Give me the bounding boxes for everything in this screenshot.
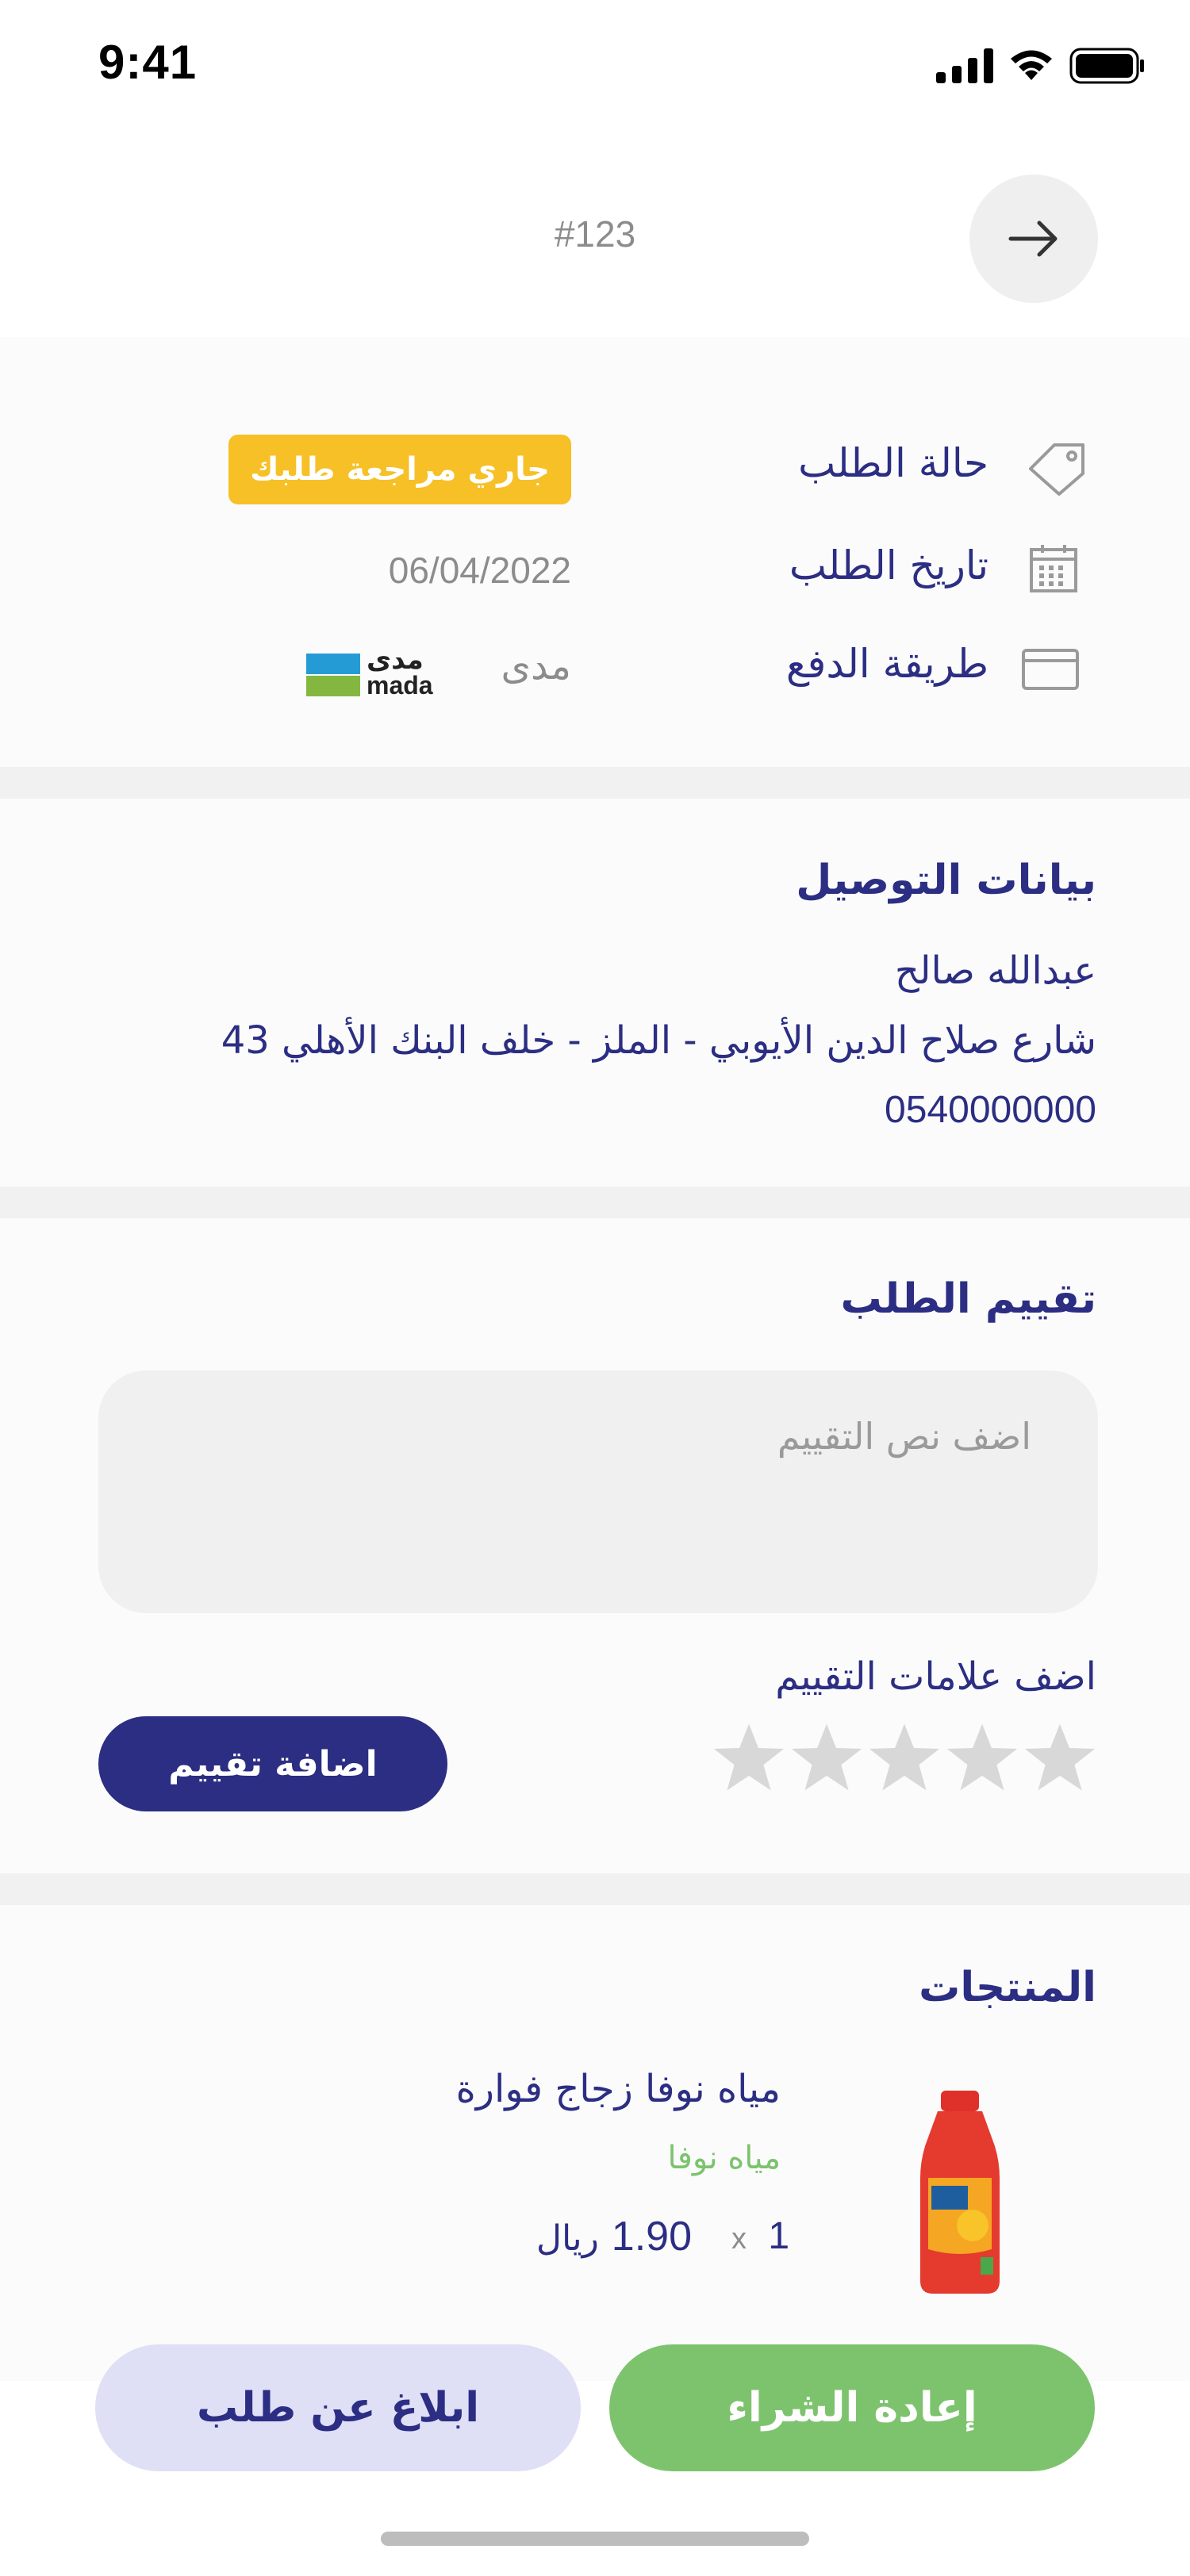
arrow-right-icon [1008, 220, 1058, 257]
review-text-input[interactable] [98, 1370, 1098, 1613]
quantity-prefix: x [731, 2222, 747, 2256]
star-icon[interactable] [712, 1721, 785, 1794]
product-image[interactable] [912, 2091, 1008, 2297]
star-icon[interactable] [946, 1721, 1019, 1794]
product-brand: مياه نوفا [667, 2140, 781, 2176]
review-title: تقييم الطلب [840, 1275, 1096, 1323]
wifi-icon [1011, 50, 1052, 80]
review-placeholder: اضف نص التقييم [777, 1415, 1031, 1458]
mada-logo-latin: mada [367, 671, 433, 700]
quantity-value: 1 [768, 2215, 790, 2257]
order-date-label: تاريخ الطلب [789, 542, 988, 588]
price-value: 1.90 [611, 2214, 692, 2260]
order-number: #123 [554, 213, 636, 255]
price-currency: ريال [536, 2218, 599, 2259]
star-icon[interactable] [1023, 1721, 1096, 1794]
credit-card-icon [1020, 647, 1081, 692]
product-name[interactable]: مياه نوفا زجاج فوارة [456, 2067, 781, 2111]
home-indicator [381, 2532, 809, 2546]
star-icon[interactable] [790, 1721, 863, 1794]
delivery-title: بيانات التوصيل [796, 857, 1096, 904]
stars-label: اضف علامات التقييم [775, 1654, 1096, 1699]
status-badge: جاري مراجعة طلبك [228, 435, 571, 504]
mada-logo: مدى mada [306, 644, 436, 700]
delivery-address: شارع صلاح الدين الأيوبي - الملز - خلف ال… [221, 1018, 1096, 1063]
reorder-button[interactable]: إعادة الشراء [609, 2344, 1095, 2471]
add-review-button[interactable]: اضافة تقييم [98, 1716, 447, 1811]
divider [0, 1873, 1190, 1905]
back-button[interactable] [969, 174, 1098, 303]
signal-icon [936, 48, 993, 83]
product-quantity: x 1 [731, 2214, 789, 2258]
order-status-label: حالة الطلب [798, 440, 988, 486]
product-price: 1.90 ريال [536, 2213, 692, 2260]
delivery-name: عبدالله صالح [894, 949, 1096, 993]
payment-method-value: مدى [501, 644, 571, 688]
payment-method-label: طريقة الدفع [785, 641, 988, 687]
star-rating[interactable] [712, 1721, 1096, 1794]
order-date-value: 06/04/2022 [388, 550, 571, 591]
calendar-icon [1027, 542, 1081, 595]
delivery-phone: 0540000000 [885, 1089, 1096, 1131]
order-info-section [0, 337, 1190, 767]
star-icon[interactable] [868, 1721, 941, 1794]
status-time: 9:41 [98, 36, 198, 89]
divider [0, 1186, 1190, 1218]
divider [0, 767, 1190, 799]
products-title: المنتجات [919, 1964, 1096, 2011]
battery-icon [1069, 48, 1144, 84]
tag-icon [1025, 441, 1088, 498]
report-order-button[interactable]: ابلاغ عن طلب [95, 2344, 581, 2471]
status-icons [936, 46, 1146, 86]
